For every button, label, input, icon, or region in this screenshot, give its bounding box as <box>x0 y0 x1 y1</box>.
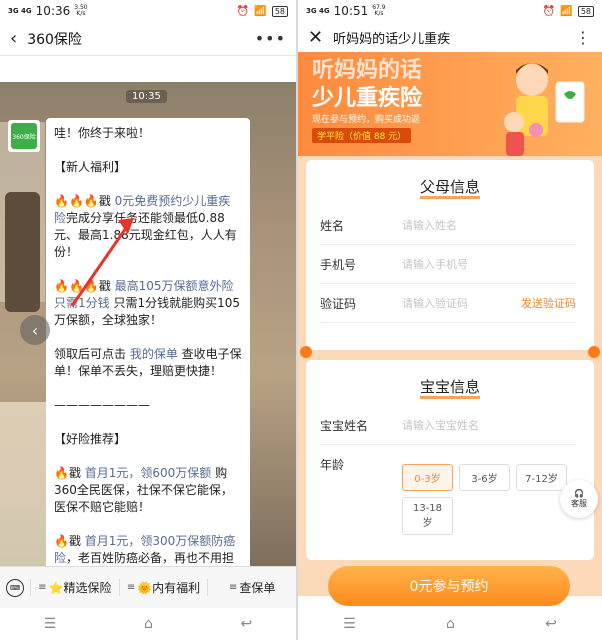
menu-item-policy[interactable]: ≡ 查保单 <box>207 579 296 596</box>
card-heading: 父母信息 <box>306 160 594 206</box>
back-nav-icon[interactable]: ↩ <box>545 616 557 632</box>
keyboard-toggle[interactable]: ⌨ <box>0 578 30 597</box>
back-nav-icon[interactable]: ↩ <box>240 616 252 632</box>
headset-icon: 🎧 <box>574 489 584 498</box>
phone-input[interactable]: 请输入手机号 <box>402 256 576 272</box>
card-notch <box>300 346 312 358</box>
more-icon[interactable]: ⋮ <box>575 28 592 47</box>
code-field[interactable]: 验证码 请输入验证码 发送验证码 <box>320 284 576 323</box>
wifi-icon: 📶 <box>254 5 267 17</box>
send-code-button[interactable]: 发送验证码 <box>521 295 576 311</box>
net-speed: 67.9 K/s <box>372 4 386 17</box>
age-option-7-12[interactable]: 7-12岁 <box>516 464 567 491</box>
card-heading: 宝宝信息 <box>306 360 594 406</box>
signal-icon: 3G 4G <box>8 7 32 15</box>
net-speed: 3.50 K/s <box>74 4 88 17</box>
avatar[interactable]: 360保险 <box>8 120 40 152</box>
fire-icon: 🔥戳 <box>54 466 85 480</box>
close-icon[interactable]: ✕ <box>308 27 323 48</box>
keyboard-icon: ⌨ <box>6 578 24 597</box>
right-screen: 3G 4G 10:51 67.9 K/s ⏰ 📶 58 ✕ 听妈妈的话少儿重疾 ⋮… <box>298 0 602 640</box>
alarm-icon: ⏰ <box>542 5 556 17</box>
baby-name-field[interactable]: 宝宝姓名 请输入宝宝姓名 <box>320 406 576 445</box>
left-screen: 3G 4G 10:36 3.50 K/s ⏰ 📶 58 ‹ 360保险 ••• 1… <box>0 0 296 640</box>
menu-icon: ≡ <box>228 582 238 593</box>
wallpaper-shape <box>5 192 40 312</box>
battery-icon: 58 <box>577 5 594 17</box>
chat-menu-bar: ⌨ ≡ ⭐精选保险 ≡ 🌞内有福利 ≡ 查保单 <box>0 566 296 608</box>
menu-icon[interactable]: ☰ <box>44 616 57 632</box>
status-bar: 3G 4G 10:51 67.9 K/s ⏰ 📶 58 <box>298 0 602 22</box>
hero-banner: 听妈妈的话 少儿重疾险 现在参与预约，购买成功返 学平险（价值 88 元） <box>298 52 602 156</box>
home-icon[interactable]: ⌂ <box>144 616 153 632</box>
family-illustration-icon <box>504 63 585 156</box>
back-icon[interactable]: ‹ <box>10 28 17 49</box>
message-bubble: 哇！你终于来啦！ 【新人福利】 🔥🔥🔥戳 0元免费预约少儿重疾险完成分享任务还能… <box>46 118 250 566</box>
divider: ———————— <box>54 398 150 412</box>
fire-icon: 🔥戳 <box>54 534 85 548</box>
logo-icon: 360保险 <box>11 123 37 149</box>
name-field[interactable]: 姓名 请输入姓名 <box>320 206 576 245</box>
menu-item-benefits[interactable]: ≡ 🌞内有福利 <box>118 579 208 596</box>
menu-icon: ≡ <box>126 582 136 593</box>
medical-insurance-link[interactable]: 首月1元，领600万保额 <box>85 466 212 480</box>
section-title: 【好险推荐】 <box>54 432 127 446</box>
page-title: 听妈妈的话少儿重疾 <box>333 31 451 47</box>
alarm-icon: ⏰ <box>236 5 250 17</box>
prev-arrow-icon[interactable]: ‹ <box>20 315 50 345</box>
message-timestamp: 10:35 <box>126 90 167 103</box>
message-item: 🔥戳 首月1元，领300万保额防癌险，老百姓防癌必备，再也不用担 <box>54 534 236 565</box>
clock: 10:36 <box>35 4 71 18</box>
wallpaper-shape <box>0 402 50 566</box>
message-item: 🔥戳 首月1元，领600万保额 购360全民医保，社保不保它能保，医保不赔它能赔… <box>54 466 233 514</box>
chat-title-bar: ‹ 360保险 ••• <box>0 22 296 56</box>
code-input[interactable]: 请输入验证码 <box>402 295 521 311</box>
signal-icon: 3G 4G <box>306 7 330 15</box>
home-icon[interactable]: ⌂ <box>446 616 455 632</box>
baby-name-input[interactable]: 请输入宝宝姓名 <box>402 417 576 433</box>
message-item: 领取后可点击 我的保单 查收电子保单！保单不丢失，理赔更快捷！ <box>54 347 242 378</box>
hero-text: 现在参与预约，购买成功返 <box>312 115 421 125</box>
more-icon[interactable]: ••• <box>255 29 286 48</box>
clock: 10:51 <box>333 4 369 18</box>
page-title-bar: ✕ 听妈妈的话少儿重疾 ⋮ <box>298 22 602 52</box>
age-option-0-3[interactable]: 0-3岁 <box>402 464 453 491</box>
battery-icon: 58 <box>271 5 288 17</box>
age-option-3-6[interactable]: 3-6岁 <box>459 464 510 491</box>
parent-info-card: 父母信息 姓名 请输入姓名 手机号 请输入手机号 验证码 请输入验证码 发送验证… <box>306 160 594 350</box>
age-option-13-18[interactable]: 13-18岁 <box>402 497 453 535</box>
hero-badge: 学平险（价值 88 元） <box>312 128 412 143</box>
hero-subtitle: 少儿重疾险 <box>312 86 423 111</box>
phone-field[interactable]: 手机号 请输入手机号 <box>320 245 576 284</box>
wifi-icon: 📶 <box>560 5 573 17</box>
menu-item-featured[interactable]: ≡ ⭐精选保险 <box>30 579 119 596</box>
customer-service-button[interactable]: 🎧 客服 <box>560 480 598 518</box>
name-input[interactable]: 请输入姓名 <box>402 217 576 233</box>
my-policy-link[interactable]: 我的保单 <box>130 347 178 361</box>
section-title: 【新人福利】 <box>54 160 127 174</box>
message-item: 🔥🔥🔥戳 0元免费预约少儿重疾险完成分享任务还能领最低0.88元、最高1.88元… <box>54 194 237 259</box>
status-bar: 3G 4G 10:36 3.50 K/s ⏰ 📶 58 <box>0 0 296 22</box>
menu-icon: ≡ <box>38 582 47 593</box>
fire-icon: 🔥🔥🔥戳 <box>54 279 115 293</box>
message-item: 🔥🔥🔥戳 最高105万保额意外险只需1分钱 只需1分钱就能购买105万保额，全球… <box>54 279 240 327</box>
system-nav-bar: ☰ ⌂ ↩ <box>298 608 602 640</box>
system-nav-bar: ☰ ⌂ ↩ <box>0 608 296 640</box>
chat-title: 360保险 <box>27 31 82 48</box>
reserve-button[interactable]: 0元参与预约 <box>328 566 570 606</box>
greeting-text: 哇！你终于来啦！ <box>54 126 151 140</box>
baby-info-card: 宝宝信息 宝宝姓名 请输入宝宝姓名 年龄 0-3岁 3-6岁 7-12岁 13-… <box>306 360 594 560</box>
menu-icon[interactable]: ☰ <box>343 616 356 632</box>
fire-icon: 🔥🔥🔥戳 <box>54 194 115 208</box>
card-notch <box>588 346 600 358</box>
